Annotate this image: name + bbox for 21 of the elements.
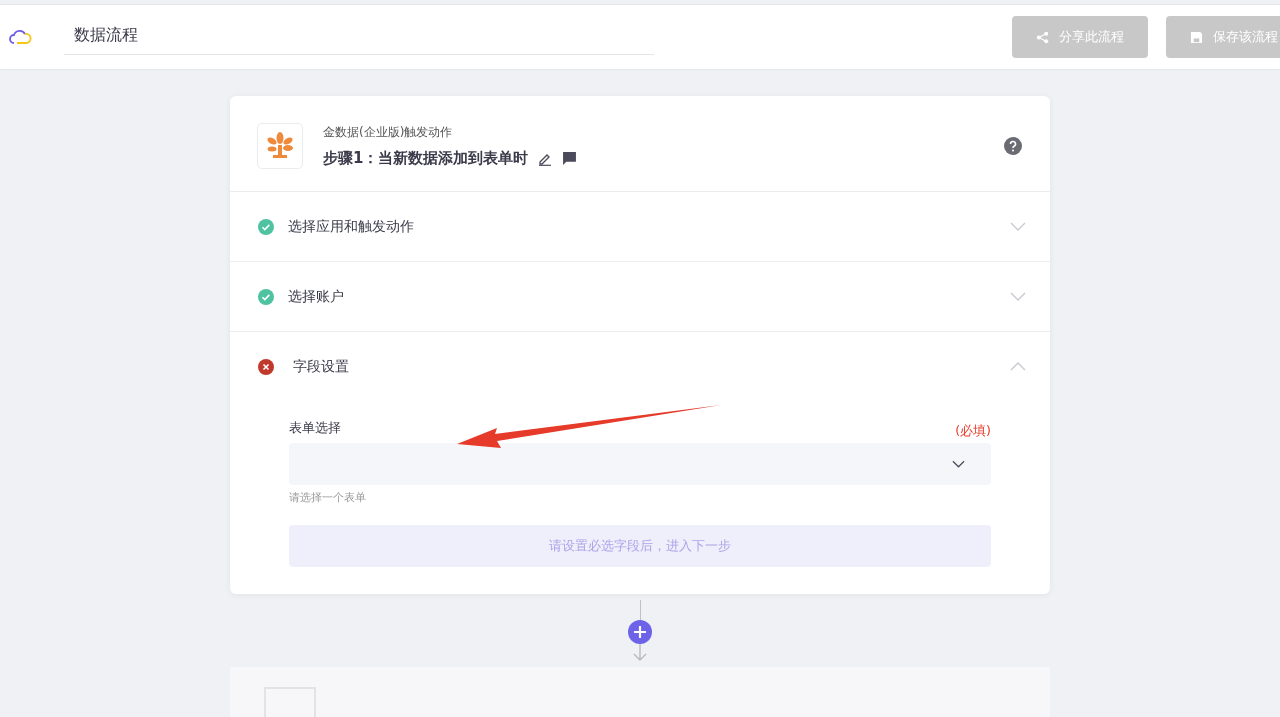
add-step-button[interactable] bbox=[628, 620, 652, 644]
help-icon[interactable] bbox=[1004, 137, 1022, 155]
chevron-down-icon bbox=[1010, 222, 1026, 231]
chevron-up-icon bbox=[1010, 362, 1026, 371]
field-label: 表单选择 bbox=[289, 419, 341, 437]
required-note: (必填) bbox=[955, 423, 991, 440]
field-hint: 请选择一个表单 bbox=[289, 490, 367, 505]
chevron-down-icon bbox=[1010, 292, 1026, 301]
section-header[interactable]: 选择账户 bbox=[230, 262, 1050, 332]
section-header[interactable]: 选择应用和触发动作 bbox=[230, 192, 1050, 262]
chevron-down-icon bbox=[952, 460, 965, 468]
flow-title-field[interactable]: 数据流程 bbox=[64, 19, 654, 55]
app-trigger-label: 金数据(企业版)触发动作 bbox=[323, 124, 454, 141]
tree-icon bbox=[265, 131, 295, 161]
section-header[interactable]: 字段设置 bbox=[230, 332, 1050, 401]
step-title: 步骤1：当新数据添加到表单时 bbox=[323, 149, 529, 168]
comment-icon[interactable] bbox=[562, 151, 578, 166]
down-arrow-icon bbox=[633, 644, 647, 661]
save-icon bbox=[1190, 30, 1203, 44]
cloud-logo-icon bbox=[8, 28, 34, 46]
share-icon bbox=[1036, 30, 1049, 44]
